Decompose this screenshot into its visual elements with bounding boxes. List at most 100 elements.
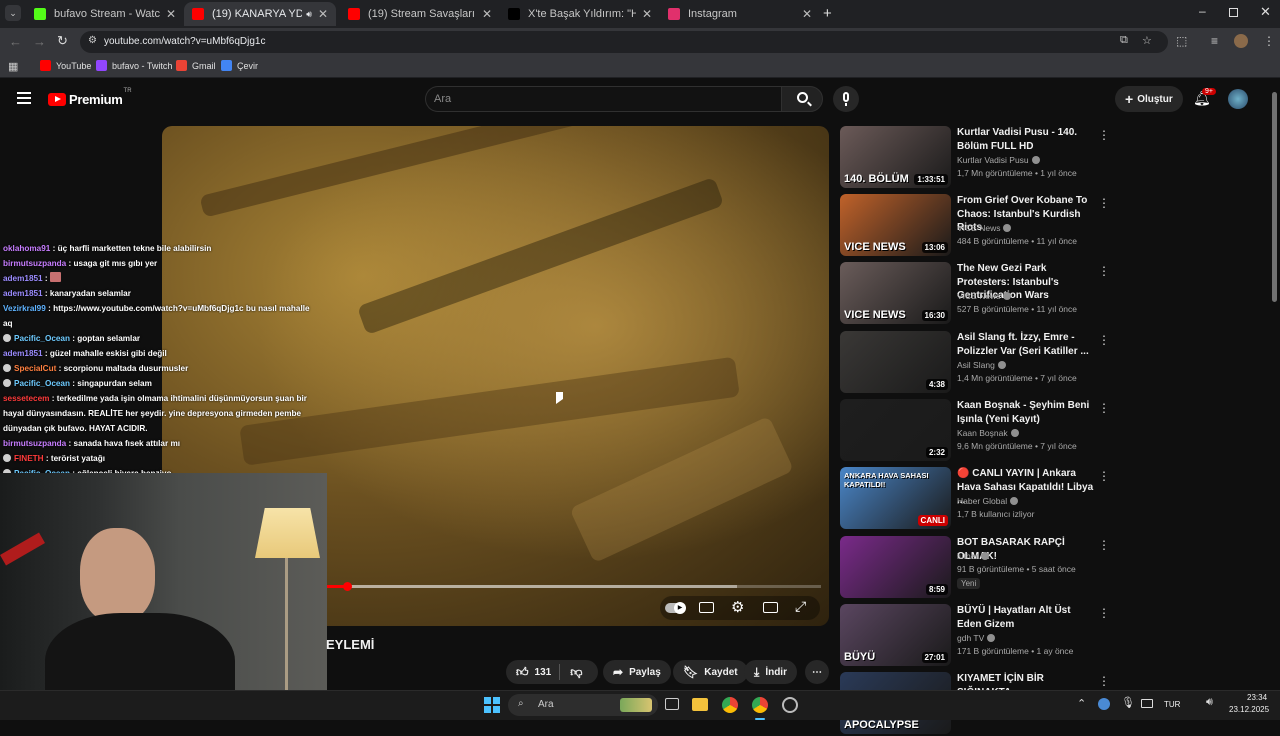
recommended-video[interactable]: ANKARA HAVA SAHASI KAPATILDI! CANLI 🔴 CANL… [840,467,1270,531]
channel-name[interactable]: luther [957,551,990,561]
video-menu-icon[interactable]: ⋮ [1098,469,1110,483]
channel-name[interactable]: Kurtlar Vadisi Pusu [957,155,1040,165]
tray-chevron-icon[interactable]: ⌃ [1077,697,1086,710]
video-thumbnail[interactable]: VICE NEWS 13:06 [840,194,951,256]
like-button[interactable]: 👍︎ 131 [506,664,561,680]
browser-tab[interactable]: X'te Başak Yıldırım: "Haymana'd ✕ [500,2,660,26]
tab-search-icon[interactable]: ⌄ [5,5,21,21]
miniplayer-icon[interactable] [763,602,778,613]
video-menu-icon[interactable]: ⋮ [1098,128,1110,142]
clock-time[interactable]: 23:34 [1247,693,1267,702]
progress-scrubber-handle[interactable] [342,582,352,591]
video-thumbnail[interactable]: VICE NEWS 16:30 [840,262,951,324]
youtube-logo[interactable]: Premium TR [48,88,132,107]
microphone-tray-icon[interactable]: 🎙︎ [1121,696,1135,709]
bookmark-item[interactable]: YouTube [40,60,91,71]
dislike-button[interactable]: 👎︎ [560,665,592,680]
channel-name[interactable]: Asil Slang [957,360,1006,370]
share-button[interactable]: ➦ Paylaş [603,660,671,684]
video-thumbnail[interactable]: ANKARA HAVA SAHASI KAPATILDI! CANLI [840,467,951,529]
channel-name[interactable]: Haber Global [957,496,1019,506]
address-bar[interactable]: ⚙ youtube.com/watch?v=uMbf6qDjg1c ⧉ ☆ [80,31,1168,53]
steam-icon[interactable] [782,697,798,713]
search-button[interactable] [781,86,823,112]
browser-tab[interactable]: (19) Stream Savaşları Ebo x Uzi ✕ [340,2,500,26]
start-button-icon[interactable] [484,697,500,713]
progress-bar-track[interactable] [327,582,821,591]
video-title[interactable]: Kurtlar Vadisi Pusu - 140. Bölüm FULL HD [957,126,1097,153]
browser-tab[interactable]: bufavo Stream - Watch Live on ✕ [26,2,184,26]
video-menu-icon[interactable]: ⋮ [1098,401,1110,415]
forward-button[interactable]: → [33,34,46,49]
channel-name[interactable]: Kaan Boşnak [957,428,1019,438]
recommended-video[interactable]: 140. BÖLÜM 1:33:51 Kurtlar Vadisi Pusu - 1… [840,126,1270,190]
search-input[interactable]: Ara [425,86,781,112]
tab-close-icon[interactable]: ✕ [318,7,328,21]
video-title[interactable]: Asil Slang ft. İzzy, Emre - Polizzler Va… [957,331,1097,358]
browser-menu-icon[interactable]: ⋮ [1263,34,1275,48]
autoplay-toggle[interactable]: ▶ [665,602,686,614]
video-thumbnail[interactable]: 140. BÖLÜM 1:33:51 [840,126,951,188]
clock-date[interactable]: 23.12.2025 [1229,705,1269,714]
tab-close-icon[interactable]: ✕ [642,7,652,21]
page-scrollbar[interactable] [1272,92,1277,302]
video-thumbnail[interactable]: 8:59 [840,536,951,598]
voice-search-button[interactable] [833,86,859,112]
settings-gear-icon[interactable]: ⚙ [731,598,744,616]
video-menu-icon[interactable]: ⋮ [1098,264,1110,278]
back-button[interactable]: ← [9,34,22,49]
recommended-video[interactable]: VICE NEWS 16:30 The New Gezi Park Proteste… [840,262,1270,326]
recommended-video[interactable]: 2:32 Kaan Boşnak - Şeyhim Beni Işınla (Ye… [840,399,1270,463]
channel-name[interactable]: gdh TV [957,633,996,643]
bookmark-item[interactable]: Çevir [221,60,258,71]
save-button[interactable]: 🔖︎ Kaydet [673,660,748,684]
recommended-video[interactable]: VICE NEWS 13:06 From Grief Over Kobane To … [840,194,1270,258]
video-menu-icon[interactable]: ⋮ [1098,606,1110,620]
video-thumbnail[interactable]: BÜYÜ 27:01 [840,604,951,666]
account-avatar[interactable] [1228,89,1248,109]
site-info-icon[interactable]: ⚙ [88,35,97,46]
create-button[interactable]: + Oluştur [1115,86,1183,112]
volume-tray-icon[interactable]: 🔊︎ [1206,696,1213,709]
taskbar-search-box[interactable]: ⌕ Ara [508,694,658,716]
input-language[interactable]: TUR [1164,700,1180,709]
recommended-video[interactable]: BÜYÜ 27:01 BÜYÜ | Hayatları Alt Üst Eden G… [840,604,1270,668]
tab-close-icon[interactable]: ✕ [802,7,812,21]
minimize-button[interactable]: – [1199,4,1206,18]
video-title[interactable]: Kaan Boşnak - Şeyhim Beni Işınla (Yeni K… [957,399,1097,426]
extensions-icon[interactable]: ⬚ [1176,34,1187,48]
video-menu-icon[interactable]: ⋮ [1098,333,1110,347]
channel-name[interactable]: VICE News [957,223,1012,233]
video-thumbnail[interactable]: 4:38 [840,331,951,393]
maximize-button[interactable] [1229,8,1238,17]
fullscreen-icon[interactable]: ⤢ [795,598,806,615]
more-actions-button[interactable]: ⋯ [805,660,829,684]
tab-close-icon[interactable]: ✕ [482,7,492,21]
network-tray-icon[interactable] [1098,698,1110,710]
download-button[interactable]: ⤓ İndir [744,660,797,684]
tab-audio-icon[interactable]: 🔊︎ [306,9,312,20]
new-tab-button[interactable]: + [823,5,832,22]
bookmark-star-icon[interactable]: ☆ [1142,34,1152,47]
close-window-button[interactable]: ✕ [1260,4,1271,20]
task-view-icon[interactable] [665,698,679,710]
video-thumbnail[interactable]: 2:32 [840,399,951,461]
chrome-active-icon[interactable] [752,697,768,713]
tab-close-icon[interactable]: ✕ [166,7,176,21]
profile-avatar[interactable] [1234,34,1248,48]
chrome-icon[interactable] [722,697,738,713]
file-explorer-icon[interactable] [692,698,708,711]
video-menu-icon[interactable]: ⋮ [1098,674,1110,688]
reload-button[interactable]: ↻ [57,33,68,49]
video-menu-icon[interactable]: ⋮ [1098,538,1110,552]
cast-icon[interactable]: ⧉ [1120,34,1128,47]
browser-tab[interactable]: (19) KANARYA YDG-H KOB🔊︎ ✕ [184,2,336,26]
subtitles-icon[interactable] [699,602,714,613]
hamburger-menu-icon[interactable] [17,92,31,104]
browser-tab[interactable]: Instagram ✕ [660,2,820,26]
keyboard-tray-icon[interactable] [1141,699,1153,708]
reading-list-icon[interactable]: ≡ [1211,34,1218,48]
bookmark-item[interactable]: Gmail [176,60,216,71]
bookmark-item[interactable]: bufavo - Twitch [96,60,172,71]
recommended-video[interactable]: 8:59 BOT BASARAK RAPÇİ OLMAK! luther 91 B g… [840,536,1270,600]
